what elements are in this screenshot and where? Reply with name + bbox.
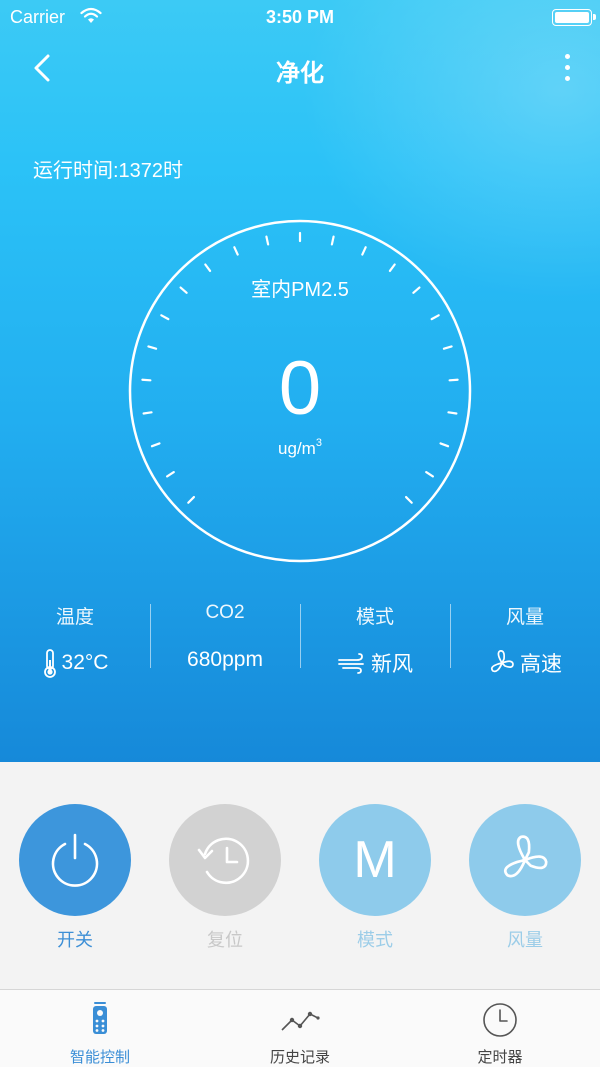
fan-icon: [504, 835, 548, 878]
dial-tick: [160, 314, 170, 321]
dial-tick: [204, 263, 212, 273]
dial-tick: [388, 263, 396, 273]
pm25-value: 0: [278, 346, 322, 431]
reset-button[interactable]: 复位: [169, 804, 281, 952]
pm25-dial: 室内PM2.5 0 ug/m3: [128, 219, 472, 563]
dial-tick: [442, 345, 453, 350]
dot-icon: [564, 65, 570, 70]
mode-button[interactable]: M 模式: [319, 804, 431, 952]
clock-time: 3:50 PM: [265, 7, 335, 27]
stat-temperature: 温度 32°C: [0, 596, 150, 678]
dial-label: 室内PM2.5: [251, 279, 349, 301]
tab-history[interactable]: 历史记录: [200, 990, 400, 1067]
power-icon: [51, 833, 99, 887]
power-button[interactable]: 开关: [19, 804, 131, 952]
clock-icon: [483, 1003, 517, 1037]
stat-fan-speed: 风量 高速: [450, 596, 600, 676]
dial-tick: [233, 246, 239, 256]
dial-tick: [404, 495, 413, 504]
remote-control-icon: [93, 1002, 107, 1034]
fan-icon: [490, 650, 514, 673]
dial-tick: [330, 235, 335, 246]
page-title: 净化: [276, 60, 324, 87]
pm25-unit: ug/m3: [278, 437, 322, 458]
tab-bar: 智能控制 历史记录 定时器: [0, 989, 600, 1067]
dial-tick: [425, 470, 435, 478]
more-options-button[interactable]: [560, 50, 574, 86]
hero-panel: Carrier 3:50 PM 净化 运行时间:1372时 室内PM2.5 0 …: [0, 0, 600, 762]
mode-m-icon: M: [353, 831, 397, 889]
dot-icon: [564, 76, 570, 81]
dial-tick: [430, 314, 440, 321]
stat-co2: CO2 680ppm: [187, 602, 263, 671]
stat-mode: 模式 新风: [300, 596, 450, 676]
control-panel: 开关 复位 M 模式 风量: [0, 762, 600, 989]
status-bar: Carrier 3:50 PM: [0, 0, 600, 34]
stats-row: 温度 32°C CO2 680ppm 模式 新风 风量 高速: [0, 596, 600, 678]
dial-tick: [147, 345, 158, 350]
thermometer-icon: [43, 649, 56, 678]
battery-icon: [552, 9, 596, 26]
dial-tick: [187, 495, 196, 504]
line-chart-icon: [281, 1011, 320, 1031]
runtime-text: 运行时间:1372时: [33, 160, 184, 182]
dot-icon: [564, 54, 570, 59]
tab-timer[interactable]: 定时器: [400, 990, 600, 1067]
wind-icon: [338, 653, 364, 674]
nav-bar: 净化: [0, 40, 600, 96]
dial-tick: [361, 246, 367, 256]
history-icon: [197, 837, 250, 885]
tab-smart-control[interactable]: 智能控制: [0, 990, 200, 1067]
dial-tick: [165, 470, 175, 478]
fan-speed-button[interactable]: 风量: [469, 804, 581, 952]
dial-tick: [265, 235, 270, 246]
